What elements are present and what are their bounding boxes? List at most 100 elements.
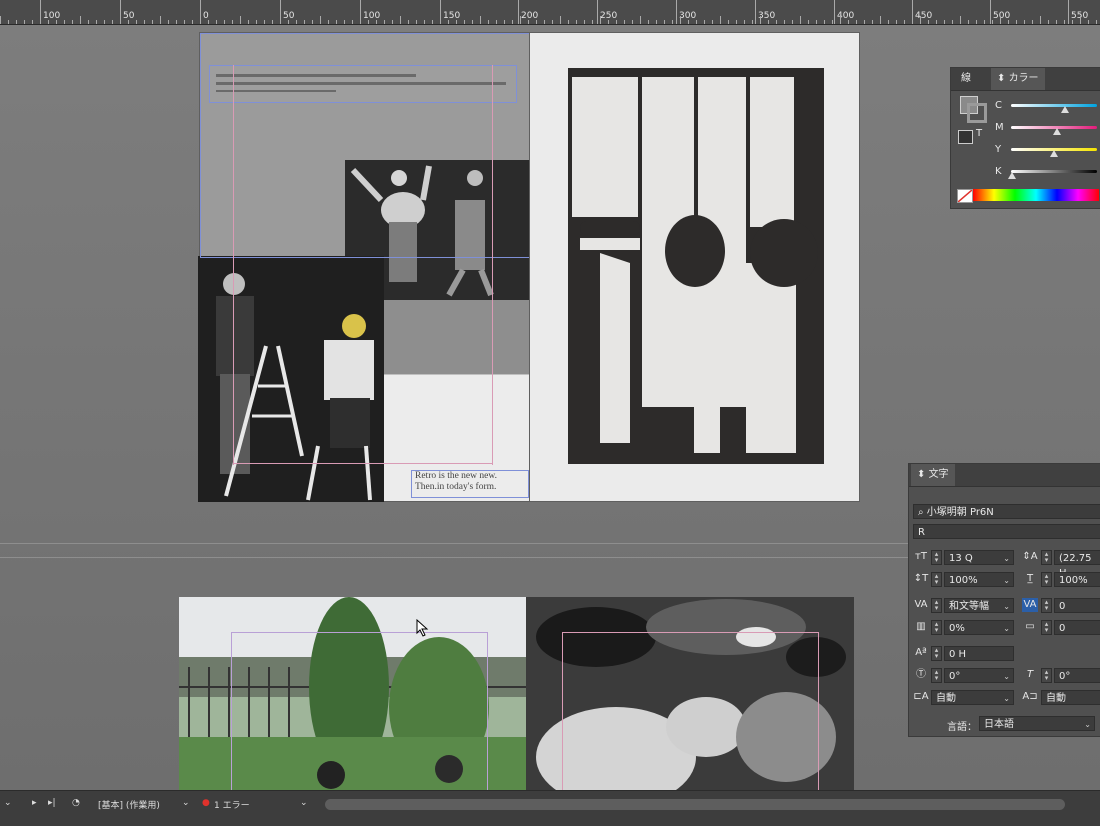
tsume-stepper[interactable]: ▴ ▾ — [931, 620, 942, 635]
aki-stepper[interactable]: ▴ ▾ — [1041, 620, 1052, 635]
ruler-minor-tick — [664, 20, 665, 24]
error-count[interactable]: 1 エラー — [214, 798, 250, 811]
error-dropdown-icon[interactable]: ⌄ — [300, 798, 308, 808]
none-swatch-icon[interactable] — [957, 189, 973, 203]
character-panel[interactable]: ⬍ 文字 ⌕ 小塚明朝 Pr6N R ᴛT ▴ ▾ 13 Q ⌄ ⇕A ▴ ▾ (22… — [908, 463, 1100, 737]
rotation-field[interactable]: 0° ⌄ — [944, 668, 1014, 683]
ruler-minor-tick — [800, 16, 801, 24]
horizontal-scrollbar[interactable] — [325, 799, 1065, 810]
aki-before-field[interactable]: 自動 ⌄ — [931, 690, 1014, 705]
tab-character-label: 文字 — [928, 469, 949, 480]
font-size-field[interactable]: 13 Q ⌄ — [944, 550, 1014, 565]
language-select[interactable]: 日本語 ⌄ — [979, 716, 1095, 731]
ruler-minor-tick — [560, 16, 561, 24]
leading-icon: ⇕A — [1022, 551, 1038, 562]
caption-text-frame[interactable]: Retro is the new new. Then.in today's fo… — [411, 470, 529, 498]
photo-clothes-pile[interactable] — [526, 597, 854, 793]
horizontal-ruler[interactable]: 10050050100150200250300350400450500550 — [0, 0, 1100, 25]
ruler-minor-tick — [256, 20, 257, 24]
aki-after-field[interactable]: 自動 — [1041, 690, 1100, 705]
baseline-shift-stepper[interactable]: ▴ ▾ — [931, 646, 942, 661]
font-family-field[interactable]: ⌕ 小塚明朝 Pr6N — [913, 504, 1100, 519]
tracking-stepper[interactable]: ▴ ▾ — [1041, 598, 1052, 613]
ruler-minor-tick — [8, 20, 9, 24]
ruler-minor-tick — [536, 20, 537, 24]
preflight-icon[interactable]: ◔ — [72, 798, 80, 808]
vertical-scale-stepper[interactable]: ▴ ▾ — [931, 572, 942, 587]
ruler-minor-tick — [832, 20, 833, 24]
character-panel-tabbar: ⬍ 文字 — [909, 464, 1100, 487]
tab-color[interactable]: ⬍ カラー — [991, 68, 1045, 90]
aki-field[interactable]: 0 — [1054, 620, 1100, 635]
gray-block — [384, 300, 530, 374]
ruler-minor-tick — [968, 20, 969, 24]
ruler-major-tick — [834, 0, 835, 24]
skew-stepper[interactable]: ▴ ▾ — [1041, 668, 1052, 683]
baseline-shift-field[interactable]: 0 H — [944, 646, 1014, 661]
ruler-minor-tick — [40, 16, 41, 24]
frame-guide — [231, 632, 488, 799]
page-dropdown[interactable]: ⌄ — [4, 798, 12, 808]
photo-illustration — [526, 597, 854, 793]
tab-stroke[interactable]: 線 — [955, 68, 977, 90]
kerning-field[interactable]: 和文等幅 ⌄ — [944, 598, 1014, 613]
preflight-profile[interactable]: [基本] (作業用) — [98, 798, 160, 811]
ruler-minor-tick — [456, 20, 457, 24]
profile-dropdown-icon[interactable]: ⌄ — [182, 798, 190, 808]
ruler-minor-tick — [360, 16, 361, 24]
fill-stroke-swatch-icon[interactable] — [960, 96, 987, 123]
ruler-minor-tick — [880, 16, 881, 24]
photo-ladder-figures[interactable] — [198, 256, 384, 502]
format-container-icon[interactable] — [958, 130, 973, 144]
slider-c[interactable] — [1011, 104, 1097, 107]
ruler-minor-tick — [352, 20, 353, 24]
tsume-value: 0% — [949, 623, 965, 634]
leading-field[interactable]: (22.75 H — [1054, 550, 1100, 579]
frame-guide — [200, 33, 531, 258]
ruler-minor-tick — [1048, 20, 1049, 24]
kerning-icon: VA — [914, 599, 928, 610]
ruler-minor-tick — [72, 20, 73, 24]
ruler-minor-tick — [592, 20, 593, 24]
kerning-stepper[interactable]: ▴ ▾ — [931, 598, 942, 613]
ruler-minor-tick — [208, 20, 209, 24]
ruler-minor-tick — [264, 20, 265, 24]
ruler-minor-tick — [328, 20, 329, 24]
slider-m-knob[interactable] — [1053, 128, 1061, 135]
tsume-field[interactable]: 0% ⌄ — [944, 620, 1014, 635]
leading-stepper[interactable]: ▴ ▾ — [1041, 550, 1052, 565]
slider-k-knob[interactable] — [1008, 172, 1016, 179]
vertical-scale-field[interactable]: 100% ⌄ — [944, 572, 1014, 587]
next-page-icon[interactable]: ▸ — [32, 798, 37, 808]
page-right[interactable] — [530, 33, 859, 501]
ruler-minor-tick — [504, 20, 505, 24]
color-panel[interactable]: 線 ⬍ カラー T C M Y K — [950, 67, 1100, 209]
ruler-minor-tick — [736, 20, 737, 24]
slider-y-knob[interactable] — [1050, 150, 1058, 157]
font-style-field[interactable]: R — [913, 524, 1100, 539]
ruler-minor-tick — [472, 20, 473, 24]
ruler-minor-tick — [688, 20, 689, 24]
ruler-minor-tick — [1080, 16, 1081, 24]
rotation-stepper[interactable]: ▴ ▾ — [931, 668, 942, 683]
ruler-minor-tick — [384, 20, 385, 24]
ruler-major-tick — [518, 0, 519, 24]
ruler-major-tick — [597, 0, 598, 24]
skew-field[interactable]: 0° — [1054, 668, 1100, 683]
color-spectrum-ramp[interactable] — [973, 189, 1099, 201]
ruler-minor-tick — [1088, 20, 1089, 24]
skew-icon: T — [1026, 669, 1034, 680]
slider-c-knob[interactable] — [1061, 106, 1069, 113]
last-page-icon[interactable]: ▸| — [48, 798, 56, 808]
slider-k[interactable] — [1011, 170, 1097, 173]
tracking-field[interactable]: 0 — [1054, 598, 1100, 613]
ruler-minor-tick — [792, 20, 793, 24]
horizontal-scale-field[interactable]: 100% — [1054, 572, 1100, 587]
tab-character[interactable]: ⬍ 文字 — [911, 464, 955, 486]
ruler-minor-tick — [856, 20, 857, 24]
ruler-minor-tick — [1056, 20, 1057, 24]
margin-guide — [233, 463, 493, 464]
format-text-icon[interactable]: T — [976, 128, 982, 139]
font-size-stepper[interactable]: ▴ ▾ — [931, 550, 942, 565]
horizontal-scale-stepper[interactable]: ▴ ▾ — [1041, 572, 1052, 587]
